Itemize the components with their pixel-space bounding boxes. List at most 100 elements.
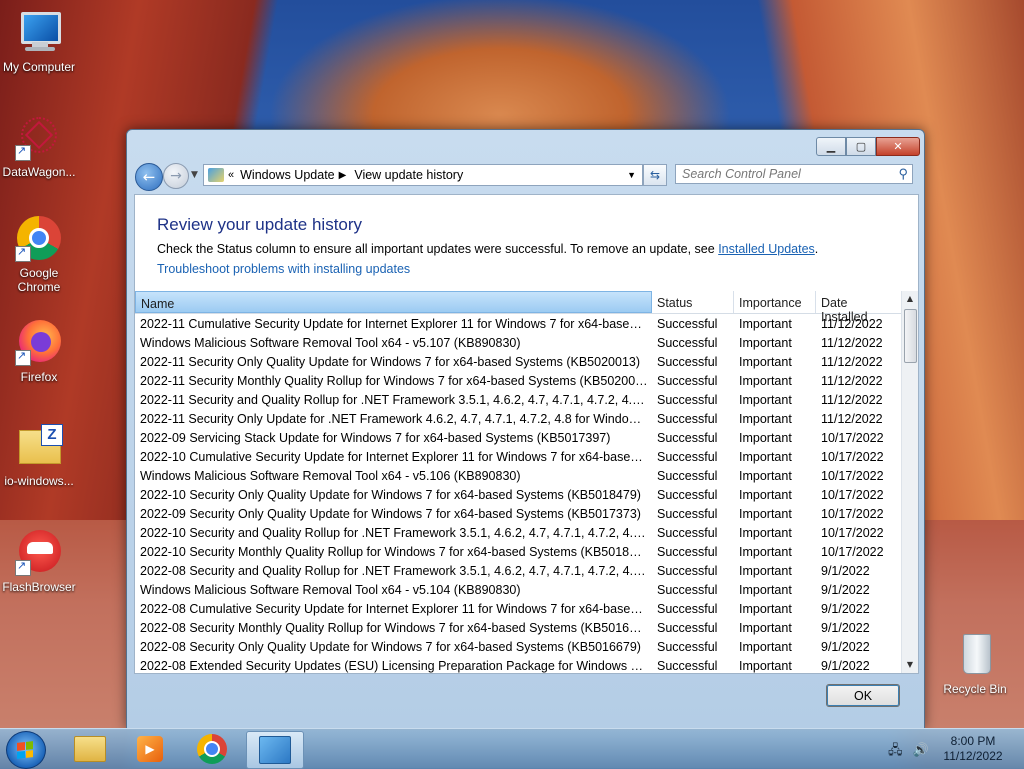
- table-row[interactable]: 2022-08 Security Monthly Quality Rollup …: [135, 619, 902, 638]
- table-row[interactable]: 2022-08 Security and Quality Rollup for …: [135, 562, 902, 581]
- vertical-scrollbar[interactable]: ▲ ▼: [901, 291, 918, 673]
- update-name-cell: 2022-10 Security Monthly Quality Rollup …: [140, 545, 652, 559]
- minimize-button[interactable]: ▁: [816, 137, 846, 156]
- system-tray: 🖧 🔊: [888, 741, 929, 763]
- table-row[interactable]: 2022-11 Security Monthly Quality Rollup …: [135, 372, 902, 391]
- folder-zip-icon: Z: [15, 422, 63, 470]
- table-row[interactable]: 2022-10 Cumulative Security Update for I…: [135, 448, 902, 467]
- status-cell: Successful: [657, 469, 718, 483]
- clock[interactable]: 8:00 PM 11/12/2022: [938, 734, 1008, 764]
- update-history-window: ▁ ▢ ✕ ← → ▼ « Windows Update ▶ View upda…: [126, 129, 925, 729]
- breadcrumb-windows-update[interactable]: Windows Update: [240, 168, 335, 182]
- status-cell: Successful: [657, 431, 718, 445]
- table-row[interactable]: 2022-09 Security Only Quality Update for…: [135, 505, 902, 524]
- table-row[interactable]: Windows Malicious Software Removal Tool …: [135, 467, 902, 486]
- navigation-bar: ← → ▼ « Windows Update ▶ View update his…: [135, 162, 915, 191]
- status-cell: Successful: [657, 526, 718, 540]
- table-row[interactable]: Windows Malicious Software Removal Tool …: [135, 581, 902, 600]
- importance-cell: Important: [739, 602, 792, 616]
- recycle-bin-icon: [951, 630, 999, 678]
- table-row[interactable]: 2022-10 Security and Quality Rollup for …: [135, 524, 902, 543]
- refresh-button[interactable]: ⇆: [643, 164, 667, 186]
- table-row[interactable]: 2022-10 Security Monthly Quality Rollup …: [135, 543, 902, 562]
- network-icon[interactable]: 🖧: [888, 743, 903, 758]
- importance-cell: Important: [739, 431, 792, 445]
- troubleshoot-link[interactable]: Troubleshoot problems with installing up…: [157, 262, 410, 276]
- breadcrumb-separator-icon[interactable]: ▶: [339, 170, 347, 181]
- date-installed-cell: 11/12/2022: [821, 317, 883, 331]
- forward-button[interactable]: →: [163, 163, 189, 189]
- table-row[interactable]: 2022-08 Security Only Quality Update for…: [135, 638, 902, 657]
- status-cell: Successful: [657, 374, 718, 388]
- taskbar-explorer[interactable]: [62, 731, 118, 767]
- update-history-list: Name Status Importance Date Installed 20…: [135, 291, 918, 673]
- status-cell: Successful: [657, 583, 718, 597]
- table-row[interactable]: Windows Malicious Software Removal Tool …: [135, 334, 902, 353]
- address-bar[interactable]: « Windows Update ▶ View update history ▼: [203, 164, 643, 186]
- maximize-button[interactable]: ▢: [846, 137, 876, 156]
- status-cell: Successful: [657, 621, 718, 635]
- importance-cell: Important: [739, 526, 792, 540]
- table-row[interactable]: 2022-11 Cumulative Security Update for I…: [135, 315, 902, 334]
- control-panel-icon: [208, 168, 224, 182]
- desktop-icon-flashbrowser[interactable]: FlashBrowser: [0, 528, 78, 594]
- table-row[interactable]: 2022-11 Security Only Quality Update for…: [135, 353, 902, 372]
- description-suffix: .: [814, 242, 819, 256]
- taskbar-media-player[interactable]: ▶: [122, 731, 178, 767]
- scroll-thumb[interactable]: [904, 309, 917, 363]
- column-header-date-installed[interactable]: Date Installed: [816, 291, 902, 324]
- importance-cell: Important: [739, 412, 792, 426]
- scroll-down-icon[interactable]: ▼: [902, 657, 918, 673]
- shortcut-arrow-icon: [15, 144, 31, 161]
- desktop-icon-my-computer[interactable]: My Computer: [0, 8, 78, 74]
- table-row[interactable]: 2022-10 Security Only Quality Update for…: [135, 486, 902, 505]
- update-name-cell: 2022-10 Security Only Quality Update for…: [140, 488, 641, 502]
- date-installed-cell: 9/1/2022: [821, 564, 870, 578]
- scroll-up-icon[interactable]: ▲: [902, 291, 918, 307]
- desktop-icon-datawagon[interactable]: DataWagon...: [0, 113, 78, 179]
- column-header-name[interactable]: Name: [135, 291, 652, 313]
- back-button[interactable]: ←: [135, 163, 163, 191]
- status-cell: Successful: [657, 393, 718, 407]
- update-name-cell: 2022-11 Security Monthly Quality Rollup …: [140, 374, 652, 388]
- installed-updates-link[interactable]: Installed Updates: [718, 242, 815, 256]
- overflow-chevron-icon[interactable]: «: [228, 169, 234, 181]
- breadcrumb-view-update-history[interactable]: View update history: [354, 168, 463, 182]
- description-text: Check the Status column to ensure all im…: [157, 242, 719, 256]
- table-row[interactable]: 2022-08 Cumulative Security Update for I…: [135, 600, 902, 619]
- taskbar-chrome[interactable]: [184, 731, 240, 767]
- address-dropdown-icon[interactable]: ▼: [627, 170, 636, 180]
- desktop-icon-recycle-bin[interactable]: Recycle Bin: [936, 630, 1014, 696]
- desktop-icon-label: Google Chrome: [17, 266, 61, 294]
- column-header-importance[interactable]: Importance: [734, 291, 816, 313]
- date-installed-cell: 11/12/2022: [821, 393, 883, 407]
- close-button[interactable]: ✕: [876, 137, 920, 156]
- table-row[interactable]: 2022-11 Security Only Update for .NET Fr…: [135, 410, 902, 429]
- desktop-icon-google-chrome[interactable]: Google Chrome: [0, 214, 78, 294]
- ok-button[interactable]: OK: [826, 684, 900, 707]
- desktop-icon-firefox[interactable]: Firefox: [0, 318, 78, 384]
- search-input[interactable]: Search Control Panel ⚲: [675, 164, 913, 184]
- recent-pages-dropdown[interactable]: ▼: [191, 170, 198, 180]
- table-row[interactable]: 2022-11 Security and Quality Rollup for …: [135, 391, 902, 410]
- update-name-cell: 2022-08 Extended Security Updates (ESU) …: [140, 659, 652, 673]
- importance-cell: Important: [739, 640, 792, 654]
- column-header-status[interactable]: Status: [652, 291, 734, 313]
- window-controls: ▁ ▢ ✕: [816, 137, 920, 156]
- table-row[interactable]: 2022-08 Extended Security Updates (ESU) …: [135, 657, 902, 673]
- taskbar-control-panel[interactable]: [246, 731, 304, 769]
- status-cell: Successful: [657, 355, 718, 369]
- page-title: Review your update history: [157, 215, 363, 234]
- taskbar: ▶ 🖧 🔊 8:00 PM 11/12/2022: [0, 728, 1024, 769]
- start-button[interactable]: [6, 731, 46, 769]
- importance-cell: Important: [739, 507, 792, 521]
- desktop-icon-io-windows[interactable]: Z io-windows...: [0, 422, 78, 488]
- date-installed-cell: 9/1/2022: [821, 621, 870, 635]
- status-cell: Successful: [657, 640, 718, 654]
- shortcut-arrow-icon: [15, 245, 31, 262]
- search-icon[interactable]: ⚲: [898, 166, 908, 182]
- table-row[interactable]: 2022-09 Servicing Stack Update for Windo…: [135, 429, 902, 448]
- computer-icon: [15, 8, 63, 56]
- volume-icon[interactable]: 🔊: [913, 743, 929, 758]
- status-cell: Successful: [657, 545, 718, 559]
